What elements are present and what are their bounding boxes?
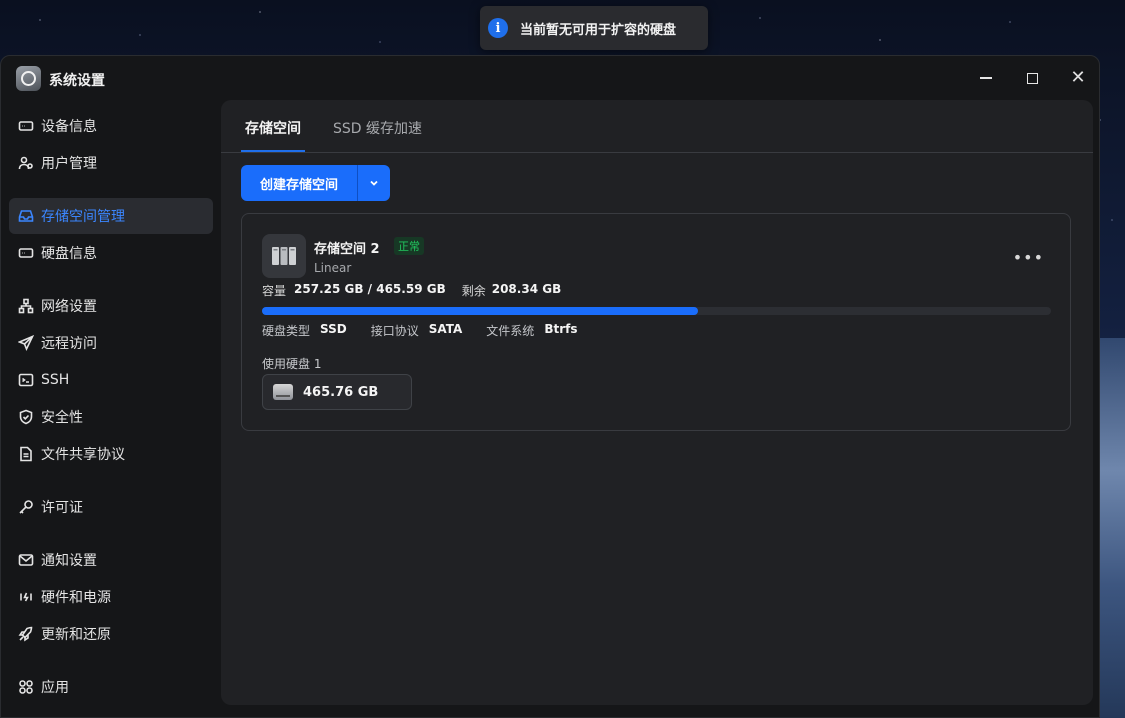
- pool-name: 存储空间 2: [314, 242, 380, 257]
- sidebar-item-license[interactable]: 许可证: [9, 489, 213, 525]
- sidebar-item-device-info[interactable]: 设备信息: [9, 108, 213, 144]
- close-icon: ✕: [1070, 67, 1086, 88]
- sidebar-item-label: 硬件和电源: [41, 590, 111, 606]
- sidebar-item-label: 更新和还原: [41, 627, 111, 643]
- mail-icon: [17, 551, 35, 569]
- sidebar-item-notifications[interactable]: 通知设置: [9, 542, 213, 578]
- storage-icon: [17, 207, 35, 225]
- maximize-button[interactable]: [1022, 68, 1042, 88]
- close-button[interactable]: ✕: [1068, 68, 1088, 88]
- terminal-icon: [17, 371, 35, 389]
- sidebar-item-label: SSH: [41, 372, 70, 388]
- maximize-icon: [1026, 72, 1038, 84]
- sidebar-item-label: 安全性: [41, 410, 83, 426]
- sidebar-item-apps[interactable]: 应用: [9, 669, 213, 705]
- device-icon: [17, 117, 35, 135]
- capacity-label: 容量: [262, 284, 287, 298]
- sidebar-item-file-sharing[interactable]: 文件共享协议: [9, 436, 213, 472]
- apps-icon: [17, 678, 35, 696]
- send-icon: [17, 334, 35, 352]
- settings-window: 系统设置 ✕ 设备信息 用户管理 存储空间管理 硬盘信息 网络设置 远程访问 S…: [0, 55, 1100, 718]
- pool-attributes-row: 硬盘类型 SSD 接口协议 SATA 文件系统 Btrfs: [262, 322, 577, 339]
- sidebar-item-network[interactable]: 网络设置: [9, 288, 213, 324]
- sidebar-item-label: 许可证: [41, 500, 83, 516]
- create-options-dropdown[interactable]: [358, 165, 390, 201]
- remaining-value: 208.34 GB: [491, 282, 562, 296]
- sidebar: 设备信息 用户管理 存储空间管理 硬盘信息 网络设置 远程访问 SSH 安全性: [1, 100, 221, 717]
- tab-storage[interactable]: 存储空间: [245, 118, 301, 138]
- capacity-row: 容量 257.25 GB / 465.59 GB 剩余 208.34 GB: [262, 282, 561, 299]
- interface-value: SATA: [428, 322, 463, 336]
- sidebar-item-label: 远程访问: [41, 336, 97, 352]
- tab-bar: 存储空间 SSD 缓存加速: [221, 100, 1093, 153]
- usage-progress-bar: [262, 307, 1051, 315]
- sidebar-item-label: 应用: [41, 680, 69, 696]
- minimize-icon: [980, 77, 992, 79]
- sidebar-item-label: 网络设置: [41, 299, 97, 315]
- filesystem-label: 文件系统: [486, 324, 535, 338]
- sidebar-item-hardware-power[interactable]: 硬件和电源: [9, 579, 213, 615]
- pool-raid-type: Linear: [314, 261, 352, 275]
- title-bar[interactable]: 系统设置 ✕: [1, 56, 1099, 100]
- rocket-icon: [17, 625, 35, 643]
- shield-icon: [17, 408, 35, 426]
- sidebar-item-label: 存储空间管理: [41, 209, 125, 225]
- sidebar-item-label: 通知设置: [41, 553, 97, 569]
- active-tab-indicator: [241, 150, 305, 152]
- sidebar-item-label: 用户管理: [41, 156, 97, 172]
- toast-message: 当前暂无可用于扩容的硬盘: [520, 22, 677, 38]
- disk-type-label: 硬盘类型: [262, 324, 311, 338]
- main-panel: 存储空间 SSD 缓存加速 创建存储空间 存储空间 2 正常 Linear ••…: [221, 100, 1093, 705]
- capacity-value: 257.25 GB / 465.59 GB: [294, 282, 446, 296]
- tab-ssd-cache[interactable]: SSD 缓存加速: [333, 118, 422, 138]
- sidebar-item-label: 文件共享协议: [41, 447, 125, 463]
- sidebar-item-label: 设备信息: [41, 119, 97, 135]
- sidebar-item-storage-management[interactable]: 存储空间管理: [9, 198, 213, 234]
- used-disks-label: 使用硬盘 1: [262, 357, 322, 371]
- disk-type-value: SSD: [320, 322, 347, 336]
- more-options-icon[interactable]: •••: [1013, 248, 1044, 267]
- users-icon: [17, 154, 35, 172]
- sidebar-item-disk-info[interactable]: 硬盘信息: [9, 235, 213, 271]
- filesystem-value: Btrfs: [544, 322, 578, 336]
- status-badge: 正常: [394, 237, 424, 255]
- hard-drive-icon: [273, 384, 293, 400]
- create-storage-button[interactable]: 创建存储空间: [241, 165, 357, 201]
- sidebar-item-update-restore[interactable]: 更新和还原: [9, 616, 213, 652]
- disk-size: 465.76 GB: [303, 384, 379, 400]
- document-icon: [17, 445, 35, 463]
- storage-pool-card[interactable]: 存储空间 2 正常 Linear ••• 容量 257.25 GB / 465.…: [241, 213, 1071, 431]
- sidebar-item-remote-access[interactable]: 远程访问: [9, 325, 213, 361]
- network-icon: [17, 297, 35, 315]
- storage-pool-icon: [262, 234, 306, 278]
- toast-notification: i 当前暂无可用于扩容的硬盘: [480, 6, 708, 50]
- interface-label: 接口协议: [370, 324, 419, 338]
- window-title: 系统设置: [49, 73, 105, 89]
- remaining-label: 剩余: [461, 284, 486, 298]
- key-icon: [17, 498, 35, 516]
- info-icon: i: [488, 18, 508, 38]
- sidebar-item-label: 硬盘信息: [41, 246, 97, 262]
- sidebar-item-user-management[interactable]: 用户管理: [9, 145, 213, 181]
- disk-icon: [17, 244, 35, 262]
- sidebar-item-ssh[interactable]: SSH: [9, 362, 213, 398]
- usage-progress-fill: [262, 307, 698, 315]
- power-icon: [17, 588, 35, 606]
- chevron-down-icon: [370, 180, 378, 186]
- sidebar-item-security[interactable]: 安全性: [9, 399, 213, 435]
- app-logo-icon: [16, 66, 41, 91]
- create-storage-split-button: 创建存储空间: [241, 165, 390, 201]
- disk-chip[interactable]: 465.76 GB: [262, 374, 412, 410]
- minimize-button[interactable]: [976, 68, 996, 88]
